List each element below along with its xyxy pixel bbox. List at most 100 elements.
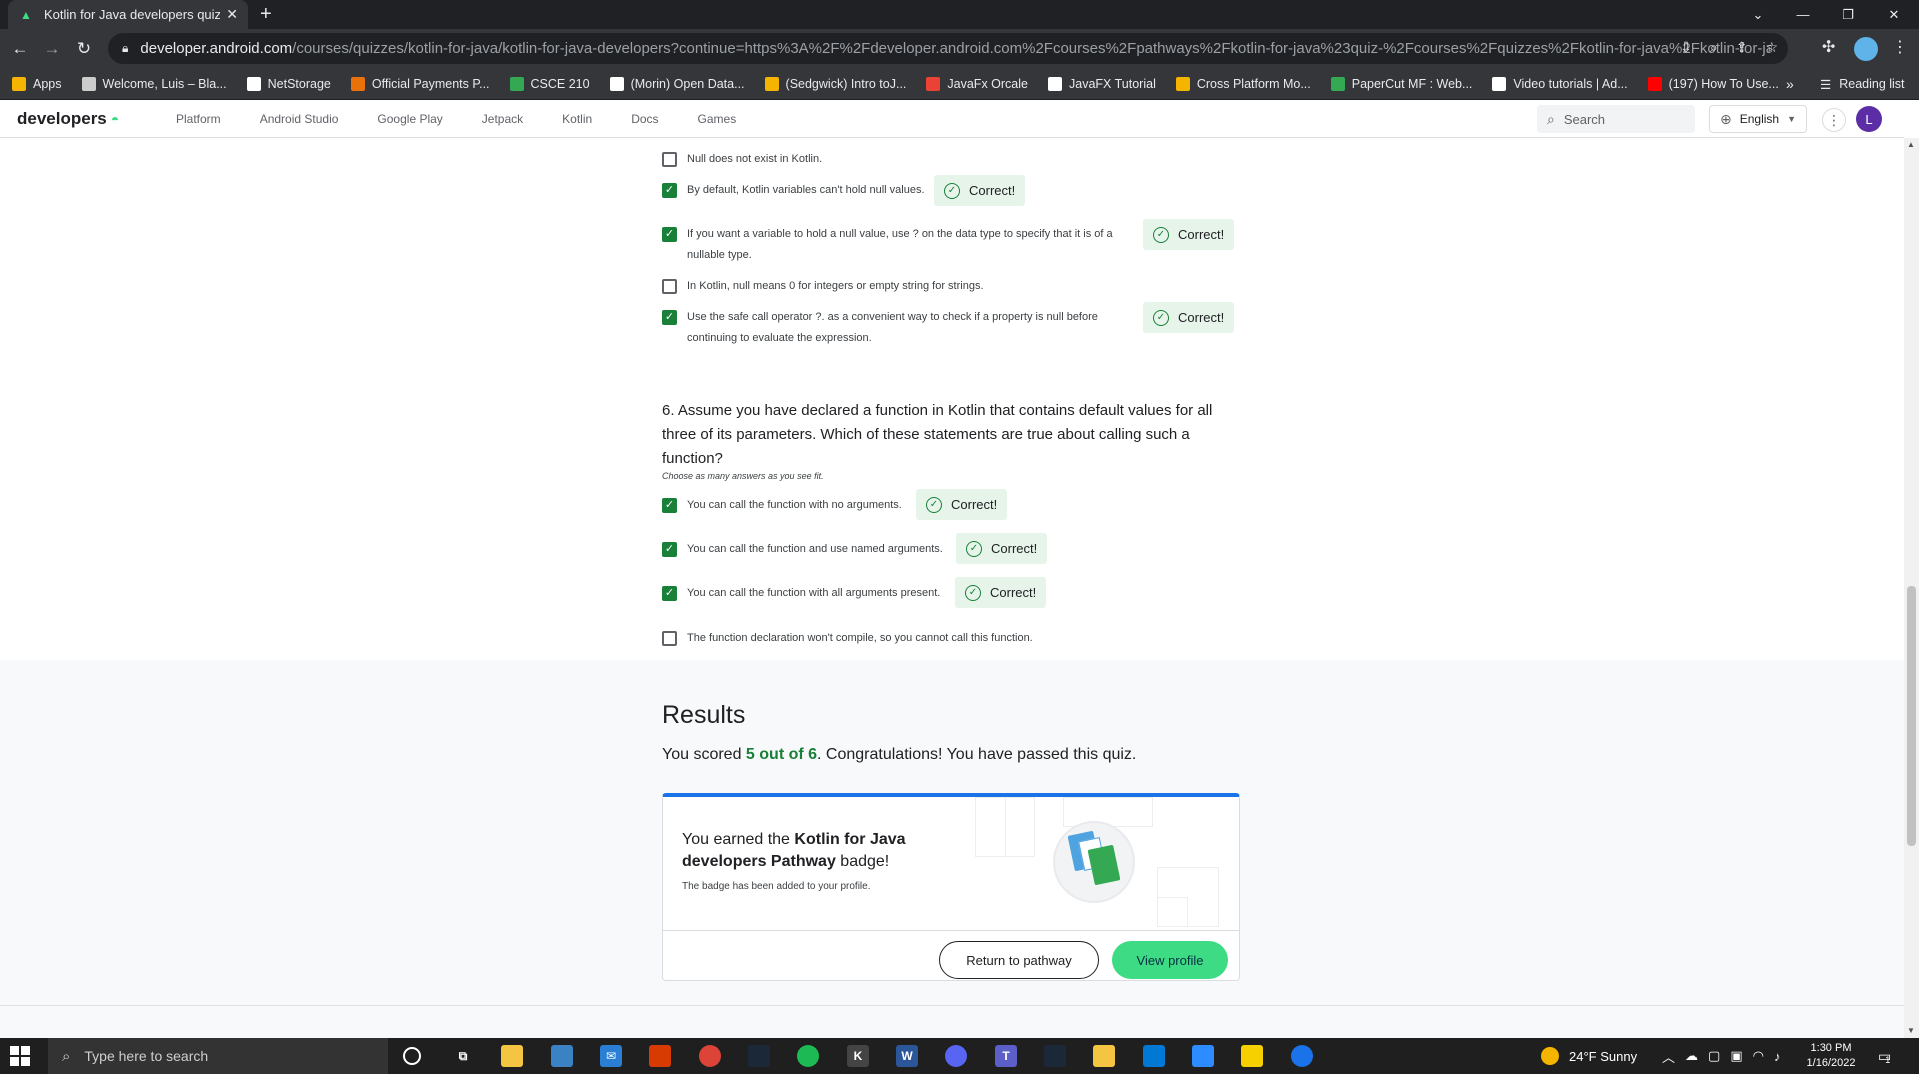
scrollbar-thumb[interactable]: [1907, 586, 1916, 846]
nav-jetpack[interactable]: Jetpack: [482, 112, 523, 126]
developers-logo[interactable]: developers ◓: [17, 109, 119, 129]
forward-icon[interactable]: →: [40, 37, 64, 61]
user-avatar[interactable]: L: [1856, 106, 1882, 132]
checkbox-checked[interactable]: ✓: [662, 586, 677, 601]
bookmark-item[interactable]: PaperCut MF : Web...: [1330, 76, 1472, 91]
store-icon[interactable]: [551, 1045, 573, 1067]
device-icon[interactable]: ▢: [1708, 1048, 1720, 1064]
mail-icon[interactable]: ✉: [600, 1045, 622, 1067]
checkbox-checked[interactable]: ✓: [662, 310, 677, 325]
weather-widget[interactable]: 24°F Sunny: [1541, 1038, 1637, 1074]
tab-search-icon[interactable]: ⌄: [1736, 0, 1780, 29]
url-bar[interactable]: 🔒︎ developer.android.com /courses/quizze…: [108, 33, 1788, 64]
zoom-app-icon[interactable]: [1192, 1045, 1214, 1067]
nav-platform[interactable]: Platform: [176, 112, 221, 126]
bookmark-item[interactable]: Video tutorials | Ad...: [1492, 76, 1628, 91]
checkbox-checked[interactable]: ✓: [662, 498, 677, 513]
windows-taskbar: ⌕ Type here to search ⧉ ✉ K W T 24°F Sun…: [0, 1038, 1919, 1074]
checkbox-unchecked[interactable]: [662, 279, 677, 294]
extensions-icon[interactable]: ✣: [1822, 37, 1835, 57]
zoom-icon[interactable]: ⌕: [1710, 39, 1718, 56]
nav-games[interactable]: Games: [698, 112, 737, 126]
bookmark-apps[interactable]: Apps: [12, 76, 62, 91]
nav-android-studio[interactable]: Android Studio: [260, 112, 339, 126]
nav-google-play[interactable]: Google Play: [377, 112, 442, 126]
scroll-down-icon[interactable]: ▼: [1907, 1026, 1915, 1035]
badge-added-note: The badge has been added to your profile…: [682, 881, 871, 892]
reload-icon[interactable]: ↻: [72, 37, 96, 61]
word-icon[interactable]: W: [896, 1045, 918, 1067]
file-explorer-icon[interactable]: [501, 1045, 523, 1067]
onedrive-icon[interactable]: ☁: [1685, 1048, 1698, 1064]
teams-icon[interactable]: T: [995, 1045, 1017, 1067]
q6-option[interactable]: ✓ You can call the function with all arg…: [662, 583, 1242, 604]
bookmark-item[interactable]: Official Payments P...: [350, 76, 490, 91]
q5-option[interactable]: In Kotlin, null means 0 for integers or …: [662, 276, 1242, 297]
bookmark-item[interactable]: (Morin) Open Data...: [609, 76, 745, 91]
checkbox-checked[interactable]: ✓: [662, 183, 677, 198]
bookmark-star-icon[interactable]: ☆: [1765, 39, 1778, 56]
spotify-icon[interactable]: [797, 1045, 819, 1067]
windows-start-icon[interactable]: [10, 1046, 30, 1066]
site-search-input[interactable]: ⌕ Search: [1537, 105, 1695, 133]
checkbox-checked[interactable]: ✓: [662, 542, 677, 557]
return-to-pathway-button[interactable]: Return to pathway: [939, 941, 1099, 979]
page-scrollbar[interactable]: ▲ ▼: [1904, 138, 1919, 1038]
sticky-notes-icon[interactable]: [1241, 1045, 1263, 1067]
share-icon[interactable]: ⇪: [1736, 39, 1748, 56]
close-window-icon[interactable]: ✕: [1872, 0, 1916, 29]
lock-icon[interactable]: 🔒︎: [122, 41, 128, 56]
wifi-icon[interactable]: ◠: [1753, 1048, 1764, 1064]
checkbox-unchecked[interactable]: [662, 152, 677, 167]
language-select[interactable]: ⊕ English ▼: [1709, 105, 1807, 133]
more-options-icon[interactable]: ⋮: [1822, 108, 1846, 132]
q5-option[interactable]: Null does not exist in Kotlin.: [662, 149, 1242, 170]
more-bookmarks-icon[interactable]: »: [1786, 76, 1794, 92]
bookmark-item[interactable]: (Sedgwick) Intro toJ...: [764, 76, 906, 91]
office-icon[interactable]: [649, 1045, 671, 1067]
browser-profile-avatar[interactable]: [1854, 37, 1878, 61]
tray-chevron-icon[interactable]: ︿: [1662, 1047, 1675, 1066]
chrome-icon[interactable]: [699, 1045, 721, 1067]
q6-option[interactable]: ✓ You can call the function and use name…: [662, 539, 1242, 560]
bookmark-item[interactable]: NetStorage: [246, 76, 331, 91]
nav-kotlin[interactable]: Kotlin: [562, 112, 592, 126]
install-icon[interactable]: ⇩: [1680, 39, 1692, 56]
minimize-icon[interactable]: —: [1781, 0, 1825, 29]
discord-icon[interactable]: [945, 1045, 967, 1067]
taskbar-search-input[interactable]: ⌕ Type here to search: [48, 1038, 388, 1074]
bookmark-item[interactable]: CSCE 210: [509, 76, 590, 91]
vscode-icon[interactable]: [1143, 1045, 1165, 1067]
clock[interactable]: 1:30 PM 1/16/2022: [1804, 1041, 1858, 1071]
scroll-up-icon[interactable]: ▲: [1907, 140, 1915, 149]
checkbox-checked[interactable]: ✓: [662, 227, 677, 242]
bookmark-item[interactable]: (197) How To Use...: [1647, 76, 1779, 91]
new-tab-icon[interactable]: +: [260, 3, 272, 26]
display-icon[interactable]: ▣: [1730, 1048, 1742, 1064]
app-icon[interactable]: [1291, 1045, 1313, 1067]
bookmark-item[interactable]: Welcome, Luis – Bla...: [81, 76, 227, 91]
task-view-icon[interactable]: ⧉: [452, 1045, 474, 1067]
steam-icon[interactable]: [1044, 1045, 1066, 1067]
checkbox-unchecked[interactable]: [662, 631, 677, 646]
volume-icon[interactable]: ♪: [1774, 1049, 1781, 1064]
cortana-icon[interactable]: [403, 1047, 421, 1065]
chrome-menu-icon[interactable]: ⋮: [1892, 37, 1908, 57]
browser-tab[interactable]: ▲ Kotlin for Java developers quiz | ✕: [8, 0, 248, 29]
view-profile-button[interactable]: View profile: [1112, 941, 1228, 979]
notifications-icon[interactable]: ▭ 1: [1878, 1038, 1891, 1074]
nav-docs[interactable]: Docs: [631, 112, 658, 126]
restore-icon[interactable]: ❐: [1826, 0, 1870, 29]
system-tray: ︿ ☁ ▢ ▣ ◠ ♪: [1662, 1038, 1780, 1074]
bookmark-item[interactable]: Cross Platform Mo...: [1175, 76, 1311, 91]
steam-icon[interactable]: [748, 1045, 770, 1067]
app-icon[interactable]: [1093, 1045, 1115, 1067]
bookmark-item[interactable]: JavaFx Orcale: [926, 76, 1028, 91]
correct-badge: ✓ Correct!: [956, 533, 1048, 564]
close-tab-icon[interactable]: ✕: [226, 6, 238, 23]
kotlin-app-icon[interactable]: K: [847, 1045, 869, 1067]
back-icon[interactable]: ←: [8, 37, 32, 61]
reading-list-button[interactable]: ☰ Reading list: [1820, 68, 1905, 100]
bookmark-item[interactable]: JavaFX Tutorial: [1048, 76, 1156, 91]
q6-option[interactable]: The function declaration won't compile, …: [662, 628, 1242, 649]
